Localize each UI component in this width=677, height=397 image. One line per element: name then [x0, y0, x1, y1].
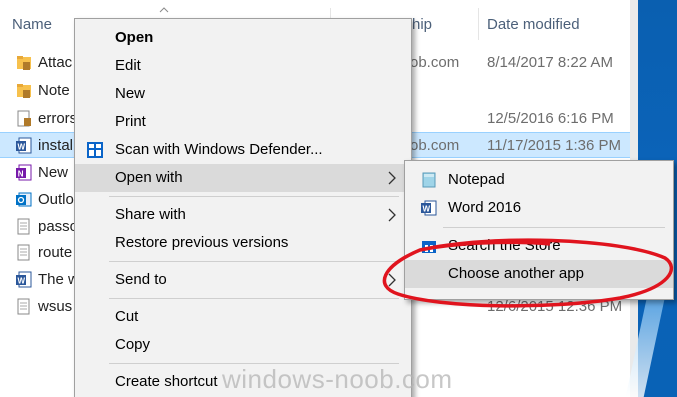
onenote-icon: N	[16, 164, 32, 181]
windows-defender-icon	[87, 142, 103, 158]
file-name: passo	[38, 218, 79, 235]
text-file-lock-icon	[17, 110, 31, 127]
file-name: instal	[38, 137, 74, 154]
file-name: New	[38, 164, 69, 181]
open-with-submenu: Notepad W Word 2016 Search the Store Cho…	[404, 160, 674, 300]
folder-lock-icon	[17, 84, 31, 98]
file-name: The w	[38, 271, 79, 288]
file-relationship: ob.com	[410, 137, 460, 154]
menu-item-open-with[interactable]: Open with	[75, 164, 411, 192]
column-header-name[interactable]: Name	[12, 16, 52, 33]
menu-item-restore-versions[interactable]: Restore previous versions	[75, 229, 411, 257]
svg-text:N: N	[18, 170, 24, 179]
menu-separator	[443, 227, 665, 228]
word-doc-icon: W	[16, 271, 32, 288]
submenu-item-word[interactable]: W Word 2016	[405, 194, 673, 222]
menu-item-open[interactable]: Open	[75, 24, 411, 52]
menu-item-print[interactable]: Print	[75, 108, 411, 136]
file-date: 12/6/2015 12:36 PM	[487, 298, 623, 315]
folder-lock-icon	[17, 56, 31, 70]
column-header-date-modified[interactable]: Date modified	[487, 16, 580, 33]
file-date: 12/5/2016 6:16 PM	[487, 110, 614, 127]
column-divider[interactable]	[478, 8, 479, 40]
column-header-relationship[interactable]: hip	[412, 16, 432, 33]
submenu-item-notepad[interactable]: Notepad	[405, 166, 673, 194]
menu-item-send-to[interactable]: Send to	[75, 266, 411, 294]
file-name: errors	[38, 110, 78, 127]
outlook-icon	[16, 192, 32, 207]
chevron-right-icon	[388, 208, 396, 222]
svg-text:W: W	[423, 205, 431, 214]
text-file-icon	[17, 298, 30, 315]
file-date: 11/17/2015 1:36 PM	[487, 137, 621, 154]
submenu-item-choose-another-app[interactable]: Choose another app	[405, 260, 673, 288]
chevron-right-icon	[388, 171, 396, 185]
submenu-item-search-store[interactable]: Search the Store	[405, 232, 673, 260]
file-name: wsus	[38, 298, 73, 315]
chevron-right-icon	[388, 273, 396, 287]
store-icon	[422, 241, 436, 253]
file-name: Attac	[38, 54, 73, 71]
word-doc-icon: W	[16, 137, 32, 154]
svg-text:W: W	[18, 143, 26, 152]
menu-item-copy[interactable]: Copy	[75, 331, 411, 359]
menu-separator	[109, 298, 399, 299]
menu-item-scan-defender[interactable]: Scan with Windows Defender...	[75, 136, 411, 164]
menu-item-new[interactable]: New	[75, 80, 411, 108]
sort-ascending-icon	[159, 7, 169, 13]
menu-item-cut[interactable]: Cut	[75, 303, 411, 331]
svg-text:W: W	[18, 277, 26, 286]
text-file-icon	[17, 244, 30, 261]
watermark: windows-noob.com	[222, 364, 453, 394]
file-name: route	[38, 244, 73, 261]
context-menu: Open Edit New Print Scan with Windows De…	[74, 18, 412, 397]
menu-item-edit[interactable]: Edit	[75, 52, 411, 80]
menu-separator	[109, 261, 399, 262]
text-file-icon	[17, 218, 30, 235]
file-date: 8/14/2017 8:22 AM	[487, 54, 613, 71]
file-relationship: ob.com	[410, 54, 460, 71]
menu-separator	[109, 196, 399, 197]
word-icon: W	[421, 200, 437, 216]
file-name: Note	[38, 82, 70, 99]
notepad-icon	[422, 172, 436, 188]
menu-item-share-with[interactable]: Share with	[75, 201, 411, 229]
file-name: Outlo	[38, 191, 74, 208]
